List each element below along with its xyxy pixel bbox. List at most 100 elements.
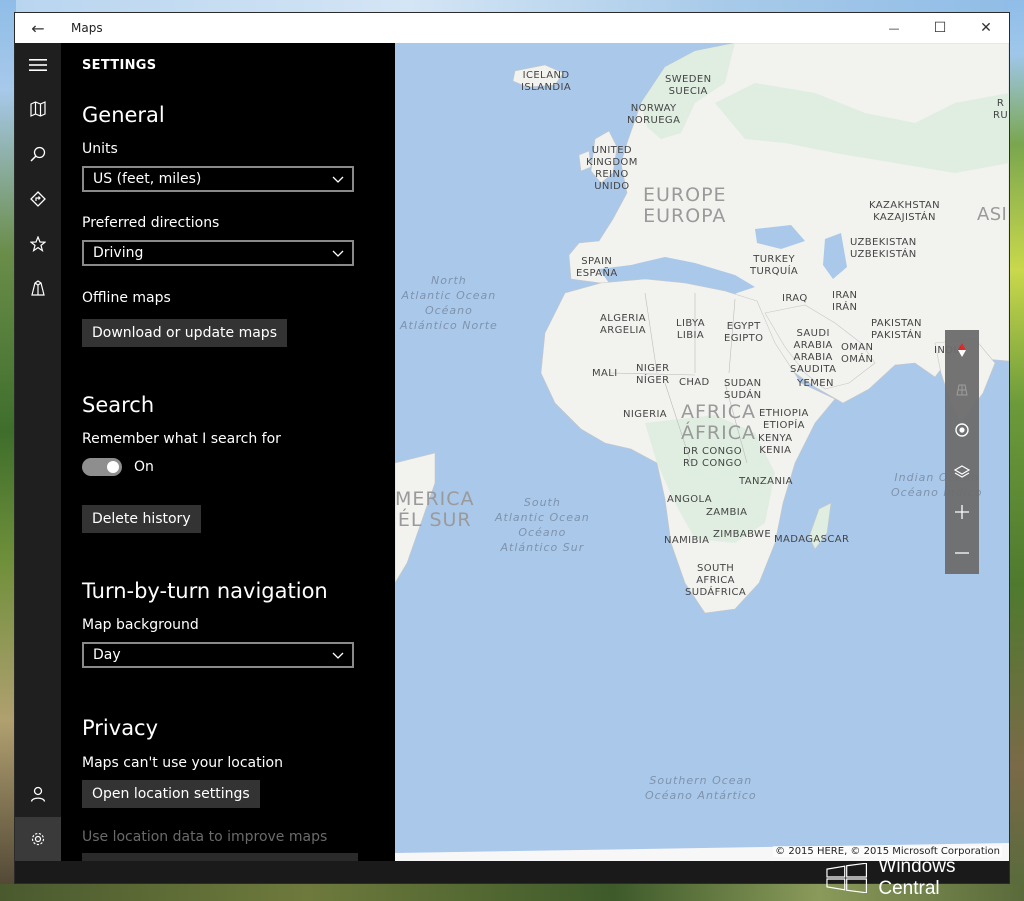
account-icon <box>30 786 46 802</box>
map-label-nigeria: NIGERIA <box>623 409 668 420</box>
preferred-directions-value: Driving <box>93 245 144 261</box>
3d-cities-icon <box>31 280 45 296</box>
maximize-icon: ☐ <box>933 20 947 36</box>
delete-history-button[interactable]: Delete history <box>82 505 201 533</box>
map-label-sudan: SUDAN SUDÁN <box>724 378 762 401</box>
map-label-south-america-partial: MERICA ÉL SUR <box>395 488 475 531</box>
minimize-icon: — <box>888 21 900 35</box>
remember-search-toggle-state: On <box>134 459 154 475</box>
my-location-button[interactable] <box>945 410 979 450</box>
hamburger-menu-button[interactable] <box>15 43 61 87</box>
map-label-turkey: TURKEY TURQUÍA <box>750 254 799 277</box>
window-controls: — ☐ ✕ <box>871 13 1009 43</box>
tilt-button[interactable] <box>945 370 979 410</box>
preferred-directions-dropdown[interactable]: Driving <box>82 240 354 266</box>
rail-favorites-button[interactable] <box>15 222 61 266</box>
search-heading: Search <box>82 393 155 417</box>
directions-icon <box>30 191 46 207</box>
navigation-rail <box>15 43 61 861</box>
desktop-wallpaper-right <box>1008 0 1024 901</box>
map-label-libya: LIBYA LIBIA <box>676 318 706 341</box>
back-button[interactable]: ← <box>15 13 61 43</box>
rail-search-button[interactable] <box>15 132 61 176</box>
improve-maps-toggle-partial[interactable] <box>82 853 358 861</box>
settings-header: SETTINGS <box>82 58 157 73</box>
improve-maps-label: Use location data to improve maps <box>82 829 328 845</box>
map-label-oman: OMAN OMÁN <box>841 342 874 365</box>
open-location-settings-button[interactable]: Open location settings <box>82 780 260 808</box>
map-view[interactable]: ICELAND ISLANDIA SWEDEN SUECIA NORWAY NORUE… <box>395 43 1009 861</box>
rail-3d-cities-button[interactable] <box>15 266 61 310</box>
map-label-united-kingdom: UNITED KINGDOM REINO UNIDO <box>586 145 638 192</box>
back-arrow-icon: ← <box>31 18 45 38</box>
watermark-text: Windows Central <box>878 856 956 899</box>
units-value: US (feet, miles) <box>93 171 202 187</box>
zoom-out-button[interactable] <box>945 533 979 573</box>
map-label-iceland: ICELAND ISLANDIA <box>521 70 572 93</box>
map-label-saudi-arabia: SAUDI ARABIA ARABIA SAUDITA <box>790 328 837 375</box>
map-label-sweden: SWEDEN SUECIA <box>665 74 712 97</box>
compass-icon <box>958 343 966 357</box>
general-heading: General <box>82 103 165 127</box>
map-label-africa: AFRICA ÁFRICA <box>681 401 756 444</box>
map-label-angola: ANGOLA <box>667 494 712 505</box>
map-background-label: Map background <box>82 617 199 633</box>
map-label-iran: IRAN IRÁN <box>832 290 858 313</box>
map-label-south-atlantic: South Atlantic Ocean Océano Atlántico Sur <box>495 496 590 554</box>
map-label-yemen: YEMEN <box>797 378 834 389</box>
map-label-uzbekistan: UZBEKISTAN UZBEKISTÁN <box>850 237 917 260</box>
map-label-ethiopia: ETHIOPIA ETIOPÍA <box>759 408 809 431</box>
title-bar: ← Maps — ☐ ✕ <box>15 13 1009 43</box>
map-label-chad: CHAD <box>679 377 710 388</box>
settings-pane: SETTINGS General Units US (feet, miles) … <box>61 43 395 861</box>
map-label-madagascar: MADAGASCAR <box>774 534 850 545</box>
zoom-out-icon <box>955 552 969 554</box>
navigation-heading: Turn-by-turn navigation <box>82 579 328 603</box>
desktop-wallpaper-top <box>0 0 1024 14</box>
map-background-value: Day <box>93 647 121 663</box>
offline-maps-label: Offline maps <box>82 290 171 306</box>
zoom-in-button[interactable] <box>945 492 979 532</box>
map-layers-button[interactable] <box>945 452 979 492</box>
map-label-egypt: EGYPT EGIPTO <box>724 321 764 344</box>
map-controls-panel <box>945 330 979 574</box>
close-button[interactable]: ✕ <box>963 13 1009 43</box>
map-label-south-africa: SOUTH AFRICA SUDÁFRICA <box>685 563 747 598</box>
rail-settings-button[interactable] <box>15 817 61 861</box>
map-label-algeria: ALGERIA ARGELIA <box>600 313 647 336</box>
map-label-southern-ocean: Southern Ocean Océano Antártico <box>645 774 757 802</box>
my-location-icon <box>955 423 969 437</box>
map-label-zambia: ZAMBIA <box>706 507 748 518</box>
map-icon <box>30 101 46 117</box>
remember-search-toggle[interactable] <box>82 458 122 476</box>
remember-search-label: Remember what I search for <box>82 431 281 447</box>
map-label-zimbabwe: ZIMBABWE <box>713 529 772 540</box>
rail-account-button[interactable] <box>15 772 61 816</box>
maximize-button[interactable]: ☐ <box>917 13 963 43</box>
close-icon: ✕ <box>980 20 992 36</box>
map-label-russia-partial: R RU <box>993 98 1009 121</box>
hamburger-menu-icon <box>29 59 47 71</box>
tilt-grid-icon <box>956 384 968 396</box>
compass-button[interactable] <box>945 330 979 370</box>
units-dropdown[interactable]: US (feet, miles) <box>82 166 354 192</box>
watermark: Windows Central <box>825 856 1020 899</box>
map-label-mali: MALI <box>592 368 618 379</box>
favorites-star-icon <box>30 236 46 252</box>
toggle-knob <box>107 461 119 473</box>
rail-directions-button[interactable] <box>15 177 61 221</box>
map-label-pakistan: PAKISTAN PAKISTÁN <box>871 318 922 341</box>
chevron-down-icon <box>332 652 344 659</box>
map-label-norway: NORWAY NORUEGA <box>627 103 681 126</box>
window-title: Maps <box>71 21 103 35</box>
maps-app-window: ← Maps — ☐ ✕ SETTINGS General Units US (… <box>15 13 1009 883</box>
minimize-button[interactable]: — <box>871 13 917 43</box>
zoom-in-icon <box>955 505 969 519</box>
map-label-namibia: NAMIBIA <box>664 535 710 546</box>
preferred-directions-label: Preferred directions <box>82 215 220 231</box>
map-label-europe: EUROPE EUROPA <box>643 184 727 227</box>
desktop-wallpaper-left <box>0 0 16 901</box>
map-background-dropdown[interactable]: Day <box>82 642 354 668</box>
download-maps-button[interactable]: Download or update maps <box>82 319 287 347</box>
rail-map-button[interactable] <box>15 87 61 131</box>
